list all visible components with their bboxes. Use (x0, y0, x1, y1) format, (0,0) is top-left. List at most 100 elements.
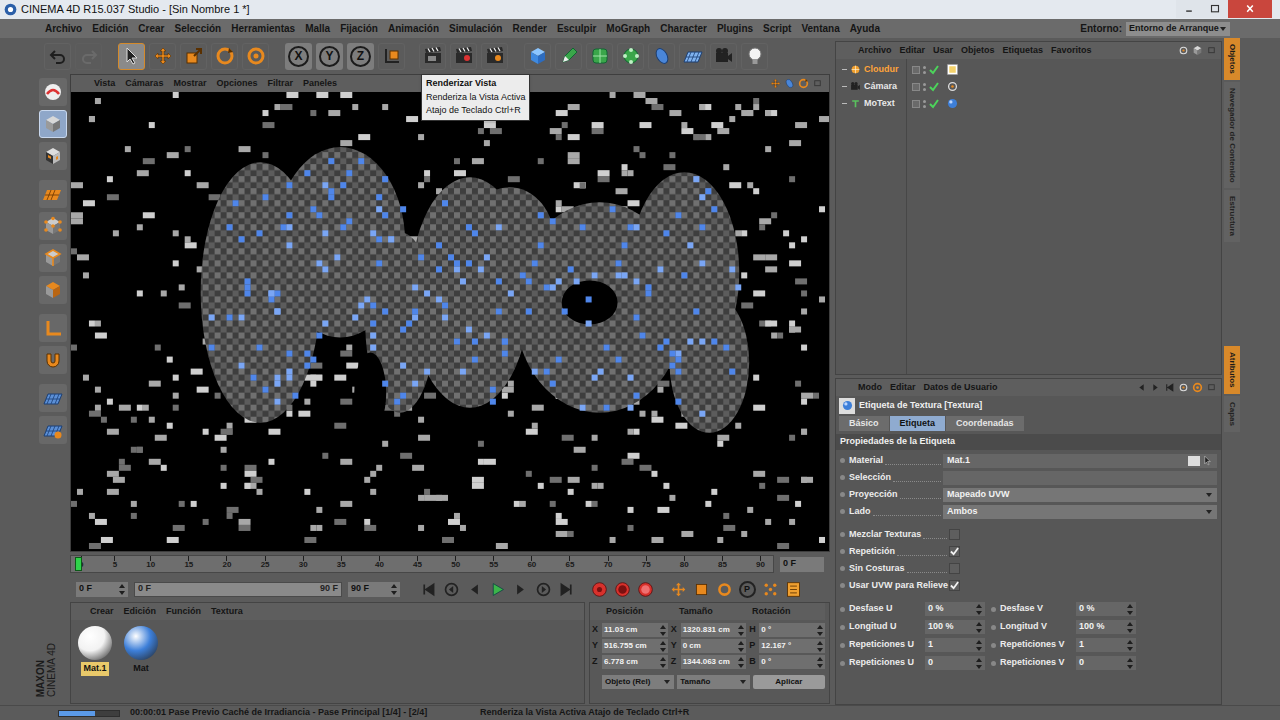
visibility-dots[interactable] (923, 83, 926, 91)
spinner-arrows-icon[interactable] (817, 657, 823, 668)
number-field[interactable]: 0 % (1076, 602, 1136, 616)
attribute-header-button[interactable] (1192, 382, 1203, 393)
menu-item[interactable]: Animación (383, 21, 444, 36)
checkbox[interactable] (949, 529, 960, 540)
attribute-menu-item[interactable]: Modo (854, 381, 886, 395)
menu-item[interactable]: Herramientas (226, 21, 300, 36)
menu-item[interactable]: Render (507, 21, 551, 36)
array-button[interactable] (617, 43, 644, 70)
texture-button[interactable] (39, 142, 67, 170)
viewport-menu-item[interactable]: Filtrar (262, 77, 298, 91)
pen-button[interactable] (555, 43, 582, 70)
coordinate-field[interactable]: 11.03 cm (602, 623, 668, 637)
last-button[interactable] (556, 579, 576, 599)
scale-key-button[interactable] (691, 579, 711, 599)
visibility-dots[interactable] (923, 66, 926, 74)
menu-item[interactable]: Plugins (712, 21, 758, 36)
menu-item[interactable]: Ventana (796, 21, 844, 36)
recent-button[interactable] (242, 43, 269, 70)
spinner-arrows-icon[interactable] (976, 640, 982, 651)
link-field[interactable]: Mat.1 (943, 454, 1217, 468)
object-menu-item[interactable]: Favoritos (1047, 44, 1096, 58)
start-frame-field[interactable]: 0 F (76, 582, 128, 597)
param-key-button[interactable]: P (737, 579, 757, 599)
viewport-menu-item[interactable]: Paneles (298, 77, 342, 91)
object-menu-item[interactable]: Archivo (854, 44, 896, 58)
attribute-header-button[interactable] (1136, 382, 1147, 393)
number-field[interactable]: 1 (925, 638, 985, 652)
end-frame-field[interactable]: 90 F (348, 582, 400, 597)
playhead[interactable] (75, 557, 82, 571)
coords-button[interactable] (378, 43, 405, 70)
first-button[interactable] (418, 579, 438, 599)
object-menu-item[interactable]: Editar (896, 44, 930, 58)
viewport-menu-item[interactable]: Vista (89, 77, 120, 91)
coordinate-field[interactable]: 0 cm (681, 639, 747, 653)
enabled-check-icon[interactable] (929, 82, 939, 92)
next-key-button[interactable] (533, 579, 553, 599)
snap-button[interactable] (39, 384, 67, 412)
menu-item[interactable]: Malla (300, 21, 335, 36)
undo-button[interactable] (44, 43, 71, 70)
coordinate-field[interactable]: 0 ° (759, 623, 825, 637)
menu-item[interactable]: Fijación (335, 21, 383, 36)
text-field[interactable] (943, 471, 1217, 485)
edges-button[interactable] (39, 244, 67, 272)
enabled-check-icon[interactable] (929, 99, 939, 109)
viewport-menu-item[interactable]: Mostrar (168, 77, 211, 91)
visibility-dots[interactable] (923, 100, 926, 108)
spinner-arrows-icon[interactable] (1127, 658, 1133, 669)
deformer-button[interactable] (648, 43, 675, 70)
viewport-nav-button[interactable] (784, 78, 795, 89)
number-field[interactable]: 100 % (1076, 620, 1136, 634)
close-button[interactable] (1228, 0, 1272, 18)
menu-item[interactable]: Edición (87, 21, 133, 36)
points-button[interactable] (39, 212, 67, 240)
render-settings-button[interactable] (481, 43, 508, 70)
redo-button[interactable] (75, 43, 102, 70)
subdivision-button[interactable] (586, 43, 613, 70)
attribute-tab[interactable]: Coordenadas (946, 416, 1024, 431)
side-tab[interactable]: Capas (1224, 396, 1240, 432)
material-menu-item[interactable]: Función (161, 605, 206, 619)
menu-item[interactable]: Selección (170, 21, 227, 36)
spinner-arrows-icon[interactable] (1127, 640, 1133, 651)
attribute-menu-item[interactable]: Datos de Usuario (920, 381, 1002, 395)
material-swatch[interactable]: Mat.1 (75, 624, 115, 676)
attribute-tab[interactable]: Básico (839, 416, 889, 431)
apply-button[interactable]: Aplicar (753, 675, 825, 689)
object-header-button[interactable] (1206, 45, 1217, 56)
camera-button[interactable] (710, 43, 737, 70)
object-row[interactable]: MoText (836, 95, 1221, 112)
coordinate-field[interactable]: 516.755 cm (602, 639, 668, 653)
menu-item[interactable]: Archivo (40, 21, 87, 36)
maximize-button[interactable] (1202, 0, 1228, 18)
spinner-arrows-icon[interactable] (738, 657, 744, 668)
menu-item[interactable]: Simulación (444, 21, 507, 36)
point-key-button[interactable] (760, 579, 780, 599)
rotate-button[interactable] (211, 43, 238, 70)
enabled-check-icon[interactable] (929, 65, 939, 75)
spinner-arrows-icon[interactable] (738, 641, 744, 652)
timeline-ruler[interactable]: 051015202530354045505560657075808590 (70, 555, 774, 573)
object-header-button[interactable] (1192, 45, 1203, 56)
spinner-arrows-icon[interactable] (976, 604, 982, 615)
render-view-button[interactable] (419, 43, 446, 70)
object-menu-item[interactable]: Etiquetas (999, 44, 1048, 58)
workplane-button[interactable] (39, 180, 67, 208)
spinner-arrows-icon[interactable] (738, 625, 744, 636)
axis-lock-button[interactable]: X (285, 43, 312, 70)
object-row[interactable]: Cloudur (836, 61, 1221, 78)
dropdown-field[interactable]: Mapeado UVW (943, 488, 1217, 502)
material-menu-item[interactable]: Edición (119, 605, 162, 619)
minimize-button[interactable] (1176, 0, 1202, 18)
coordinate-mode-dropdown[interactable]: Objeto (Rel) (602, 675, 674, 689)
select-button[interactable] (118, 43, 145, 70)
axis-lock-button[interactable]: Z (347, 43, 374, 70)
object-header-button[interactable] (1178, 45, 1189, 56)
checkbox[interactable] (949, 580, 960, 591)
checkbox[interactable] (949, 546, 960, 557)
prev-frame-button[interactable] (464, 579, 484, 599)
layer-swatch[interactable] (912, 66, 920, 74)
frame-range-slider[interactable]: 0 F90 F (134, 582, 342, 597)
